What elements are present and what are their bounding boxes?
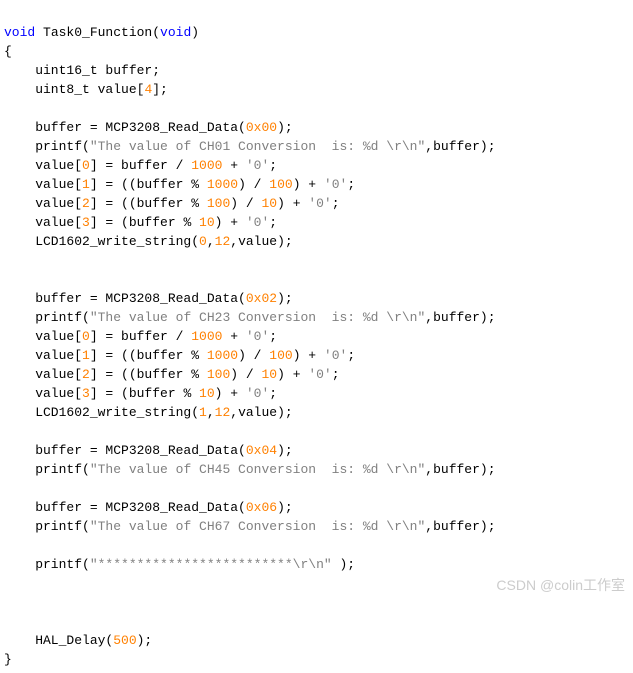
watermark-text: CSDN @colin工作室 — [496, 576, 625, 595]
code-block: void Task0_Function(void) { uint16_t buf… — [0, 0, 633, 673]
keyword-void: void — [4, 25, 35, 40]
